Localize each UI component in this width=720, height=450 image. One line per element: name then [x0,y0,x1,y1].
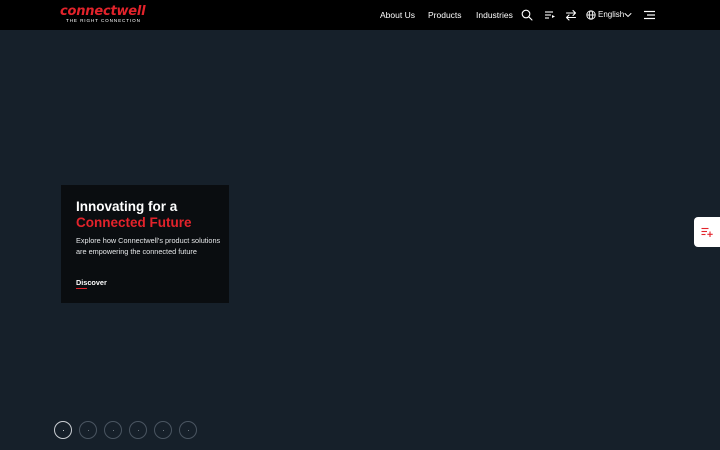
carousel-dot[interactable] [154,421,172,439]
discover-link[interactable]: Discover [76,278,107,287]
language-label: English [598,10,625,19]
product-list-widget[interactable] [694,217,720,247]
logo-wordmark: connectwell [60,4,146,19]
product-list-icon[interactable] [544,9,556,21]
carousel-dot[interactable] [179,421,197,439]
hero-card: Innovating for a Connected Future Explor… [61,185,229,303]
carousel-dot[interactable] [54,421,72,439]
search-icon[interactable] [521,9,533,21]
hero-title-accent: Connected Future [76,215,192,230]
list-add-icon [701,227,713,237]
carousel-dot[interactable] [129,421,147,439]
menu-icon[interactable] [643,9,656,21]
chevron-down-icon [624,13,632,18]
hero-description: Explore how Connectwell's product soluti… [76,236,221,257]
top-navigation-bar: connectwell THE RIGHT CONNECTION About U… [0,0,720,30]
nav-about-us[interactable]: About Us [380,9,415,21]
nav-products[interactable]: Products [428,9,462,21]
logo-tagline: THE RIGHT CONNECTION [66,18,141,23]
carousel-dot[interactable] [79,421,97,439]
hero-title: Innovating for a [76,199,178,214]
connectwell-logo[interactable]: connectwell THE RIGHT CONNECTION [60,4,150,24]
nav-industries[interactable]: Industries [476,9,513,21]
globe-icon [586,10,596,20]
discover-underline [76,288,87,289]
compare-icon[interactable] [565,9,577,21]
carousel-dot[interactable] [104,421,122,439]
